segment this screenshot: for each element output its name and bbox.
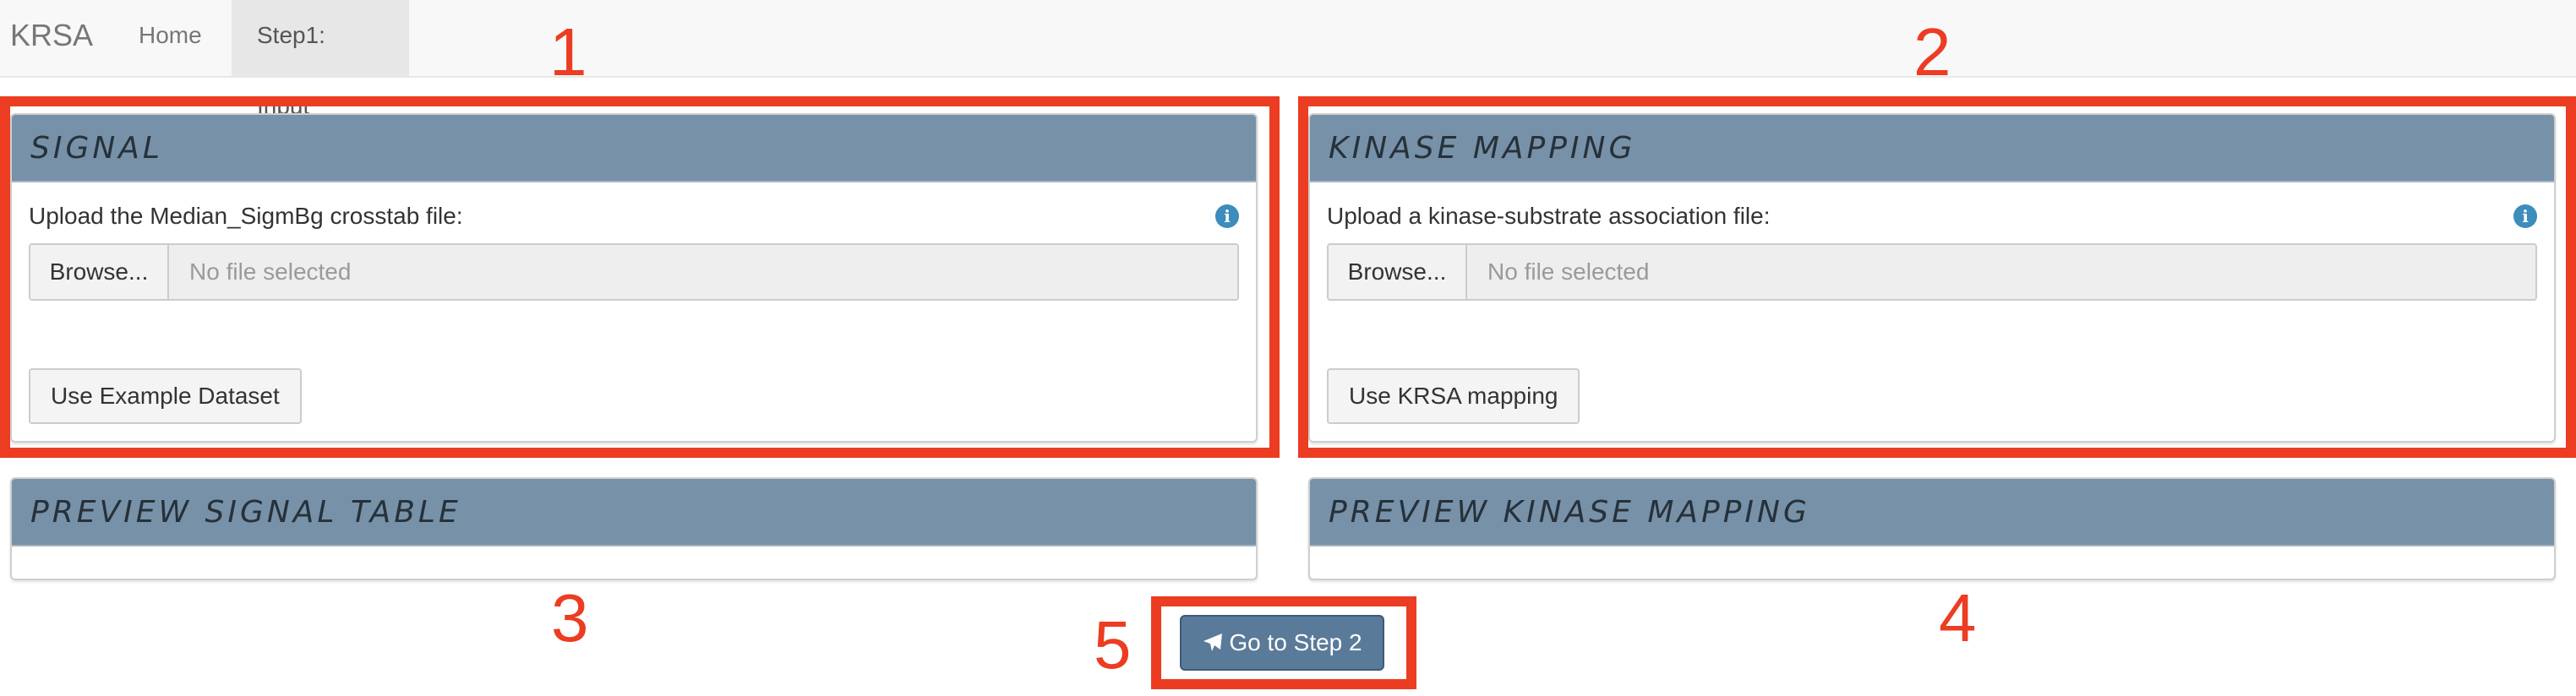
preview-signal-title: PREVIEW SIGNAL TABLE [12,479,1256,546]
brand-logo[interactable]: KRSA [10,0,93,76]
tab-home[interactable]: Home [113,0,232,76]
tab-step1-input[interactable]: Step1: Input [232,0,409,119]
annotation-number-4: 4 [1939,580,1977,655]
highlight-box-1 [0,96,1280,458]
annotation-number-3: 3 [551,580,589,655]
preview-kinase-title: PREVIEW KINASE MAPPING [1310,479,2554,546]
top-navbar: KRSA Home Step1: Input [0,0,2576,119]
annotation-number-5: 5 [1094,607,1132,682]
preview-kinase-panel: PREVIEW KINASE MAPPING [1308,477,2556,580]
annotation-number-2: 2 [1913,14,1951,90]
highlight-box-5 [1151,596,1416,689]
preview-signal-panel: PREVIEW SIGNAL TABLE [10,477,1258,580]
annotation-number-1: 1 [549,14,587,90]
highlight-box-2 [1298,96,2576,458]
